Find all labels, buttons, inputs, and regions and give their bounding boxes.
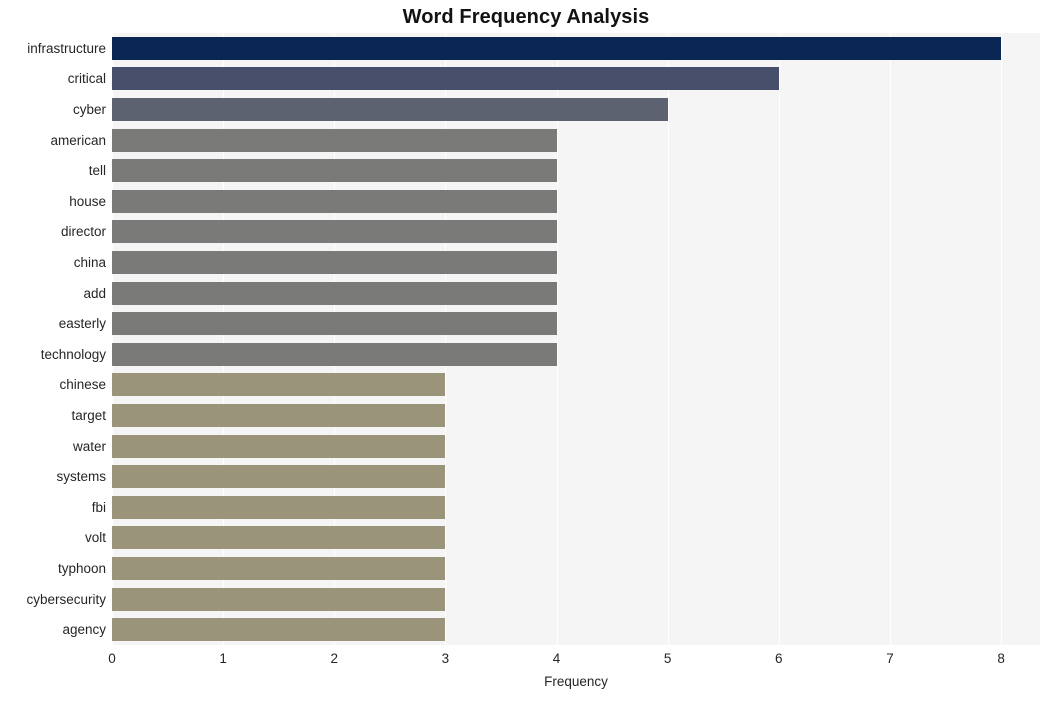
x-tick-label-7: 7: [886, 651, 894, 666]
bar-tell[interactable]: [112, 159, 557, 183]
y-tick-label-technology: technology: [40, 346, 106, 362]
bar-fbi[interactable]: [112, 495, 446, 519]
bar-volt[interactable]: [112, 526, 446, 550]
y-tick-label-china: china: [73, 255, 106, 270]
y-tick-label-house: house: [69, 193, 106, 209]
y-tick-label-volt: volt: [84, 530, 106, 546]
x-tick-label-5: 5: [663, 651, 672, 666]
bar-cyber[interactable]: [112, 98, 668, 121]
bar-chinese[interactable]: [112, 373, 446, 397]
x-tick-label-4: 4: [552, 651, 561, 666]
word-frequency-chart: Word Frequency Analysis infrastructure cr…: [0, 0, 1052, 701]
x-tick-label-2: 2: [330, 651, 339, 666]
bar-cybersecurity[interactable]: [112, 587, 446, 611]
bar-water[interactable]: [112, 434, 446, 458]
bar-easterly[interactable]: [112, 312, 557, 336]
y-tick-label-typhoon: typhoon: [57, 561, 106, 576]
y-tick-label-tell: tell: [88, 163, 106, 179]
y-tick-label-director: director: [60, 224, 106, 240]
plot-area: [112, 33, 1040, 645]
y-tick-label-add: add: [83, 285, 106, 301]
x-tick-label-0: 0: [108, 651, 116, 666]
y-tick-label-american: american: [50, 132, 106, 148]
chart-title: Word Frequency Analysis: [402, 6, 650, 28]
bar-agency[interactable]: [112, 618, 446, 642]
bar-technology[interactable]: [112, 342, 557, 366]
bar-director[interactable]: [112, 220, 557, 244]
bars-container: [112, 33, 1040, 645]
x-tick-label-3: 3: [441, 651, 450, 666]
y-tick-label-target: target: [71, 408, 106, 423]
bar-add[interactable]: [112, 281, 557, 305]
y-tick-label-critical: critical: [67, 71, 106, 87]
bar-infrastructure[interactable]: [112, 36, 1002, 60]
x-tick-label-6: 6: [775, 651, 783, 666]
x-axis-title: Frequency: [544, 674, 608, 689]
y-axis-tick-labels: infrastructure critical cyber american tell h…: [0, 33, 106, 645]
y-tick-label-agency: agency: [62, 622, 106, 638]
bar-critical[interactable]: [112, 67, 779, 91]
y-tick-label-easterly: easterly: [58, 316, 106, 332]
y-tick-label-fbi: fbi: [91, 499, 106, 515]
bar-target[interactable]: [112, 404, 446, 427]
y-tick-label-infrastructure: infrastructure: [27, 40, 106, 56]
x-tick-label-8: 8: [997, 651, 1005, 666]
y-tick-label-cyber: cyber: [72, 102, 106, 117]
y-tick-label-cybersecurity: cybersecurity: [26, 591, 106, 607]
y-tick-label-systems: systems: [56, 469, 106, 485]
bar-systems[interactable]: [112, 465, 446, 489]
bar-house[interactable]: [112, 189, 557, 213]
y-tick-label-water: water: [72, 438, 106, 454]
x-tick-label-1: 1: [219, 651, 227, 666]
bar-china[interactable]: [112, 251, 557, 274]
y-tick-label-chinese: chinese: [59, 377, 106, 393]
x-axis-tick-labels: 0 1 2 3 4 5 6 7 8: [0, 651, 1052, 673]
bar-typhoon[interactable]: [112, 557, 446, 580]
bar-american[interactable]: [112, 128, 557, 152]
